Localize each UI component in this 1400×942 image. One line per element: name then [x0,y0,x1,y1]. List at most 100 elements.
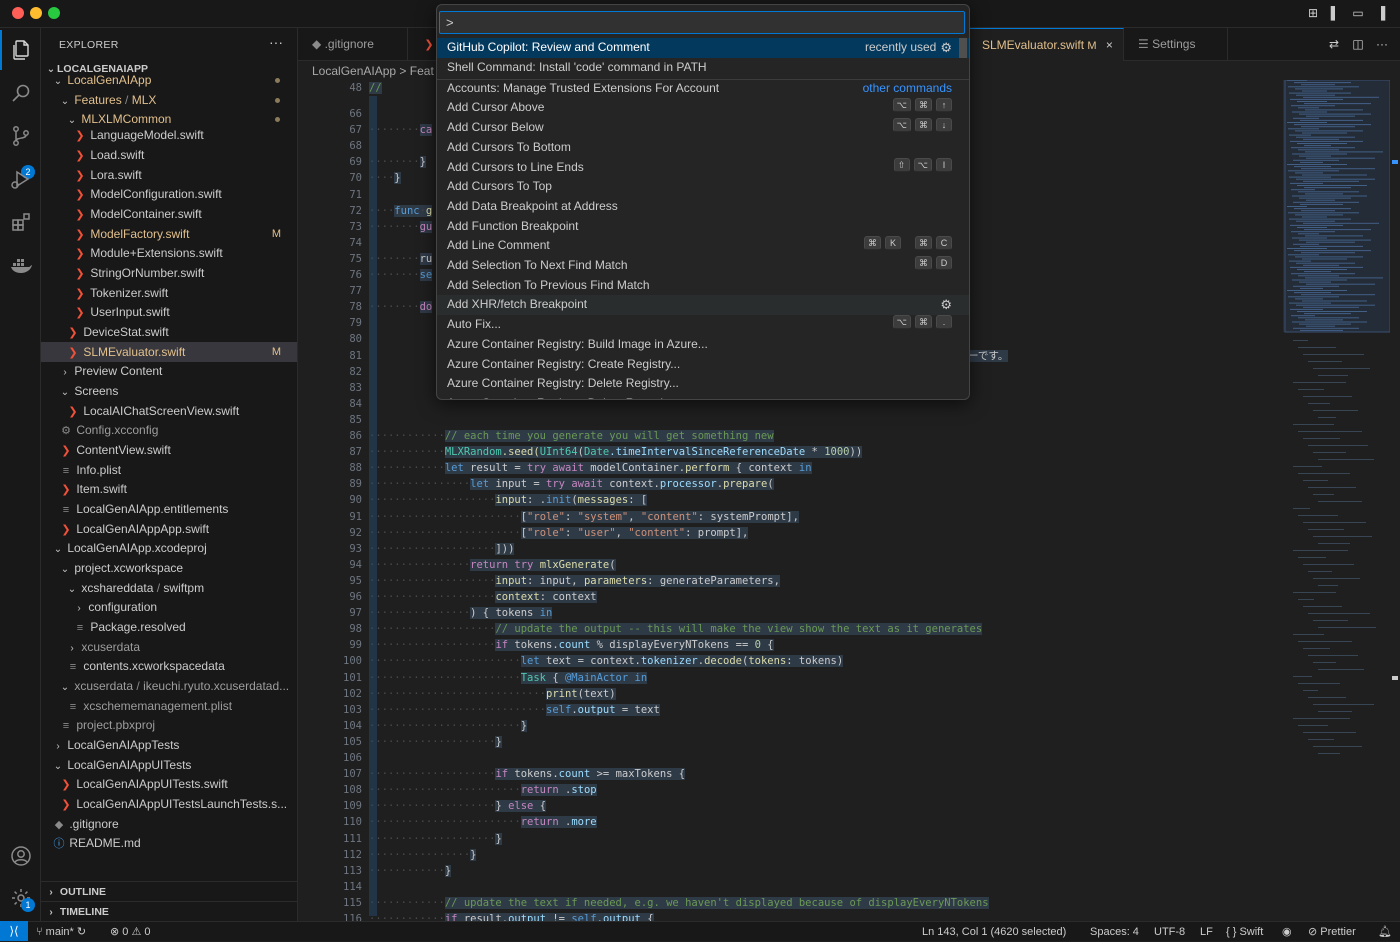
manage-gear-icon[interactable] [0,878,41,918]
docker-icon[interactable] [0,245,41,285]
code-line[interactable]: ················) { tokens in [369,605,553,621]
code-line[interactable]: ········gu [369,219,433,235]
editor-scrollbar[interactable] [1390,80,1400,920]
explorer-more-button[interactable]: ··· [269,34,283,50]
tree-item[interactable]: › configuration [41,597,297,617]
tree-item[interactable]: ⌄ LocalGenAIAppUITests [41,755,297,775]
explorer-icon[interactable] [0,30,41,70]
sync-icon[interactable]: ↻ [77,926,86,938]
tree-item[interactable]: › LocalGenAIAppTests [41,735,297,755]
prettier-status[interactable]: ⊘ Prettier [1308,922,1356,942]
tree-item[interactable]: ❯ Lora.swift [41,165,297,185]
tree-item[interactable]: ≡ project.pbxproj [41,715,297,735]
outline-section[interactable]: › OUTLINE [41,881,297,901]
tree-item[interactable]: ❯ DeviceStat.swift [41,322,297,342]
extensions-icon[interactable] [0,202,41,242]
command-palette-input[interactable] [439,11,965,34]
code-line[interactable]: ····················])) [369,541,515,557]
language-mode[interactable]: { } Swift [1226,922,1263,942]
tree-item[interactable]: ≡ contents.xcworkspacedata [41,656,297,676]
code-line[interactable]: ····························print(text) [369,686,616,702]
code-line[interactable]: ····················} [369,831,502,847]
code-line[interactable]: ················} [369,847,477,863]
tree-item[interactable]: ❯ LocalAIChatScreenView.swift [41,401,297,421]
tree-item[interactable]: ❯ LocalGenAIAppUITestsLaunchTests.s... [41,794,297,814]
branch-indicator[interactable]: ⑂ main* ↻ [36,922,86,942]
code-line[interactable]: ················return try mlxGenerate( [369,557,616,573]
remote-indicator[interactable]: ⟩⟨ [0,921,28,941]
tree-item[interactable]: ❯ StringOrNumber.swift [41,263,297,283]
tab-slmevaluator[interactable]: SLMEvaluator.swift M × [968,28,1124,61]
tree-item[interactable]: ⌄ xcshareddata / swiftpm [41,578,297,598]
code-line[interactable]: ········se [369,267,433,283]
command-item[interactable]: Add XHR/fetch Breakpoint ⚙ [437,295,969,316]
command-item[interactable]: Add Cursors to Line Ends ⇧ ⌥ I [437,157,969,178]
accounts-icon[interactable] [0,836,41,876]
code-line[interactable]: ········} [369,154,426,170]
minimize-window-button[interactable] [30,7,42,19]
code-line[interactable]: ························Task { @MainActo… [369,670,648,686]
more-actions-icon[interactable]: ··· [1374,37,1390,51]
code-line[interactable]: ························["role": "user",… [369,525,749,541]
tab-gitignore[interactable]: ◆ .gitignore [298,28,408,61]
tree-item[interactable]: ⌄ Features / MLX [41,90,297,110]
code-line[interactable]: ············MLXRandom.seed(UInt64(Date.t… [369,444,863,460]
palette-scrollbar[interactable] [959,38,967,58]
close-tab-icon[interactable]: × [1106,38,1113,52]
split-editor-icon[interactable]: ◫ [1350,37,1366,51]
command-item[interactable]: Add Selection To Next Find Match ⌘ D [437,256,969,276]
tree-item[interactable]: ◆ .gitignore [41,814,297,834]
code-line[interactable]: ························return .more [369,814,597,830]
line-ending[interactable]: LF [1200,922,1213,942]
sidebar-left-icon[interactable]: ▌ [1327,6,1343,20]
command-item[interactable]: Azure Container Registry: Delete Reposit… [437,394,969,399]
command-item[interactable]: Accounts: Manage Trusted Extensions For … [437,79,969,99]
command-item[interactable]: Add Selection To Previous Find Match [437,276,969,296]
panel-icon[interactable]: ▭ [1350,6,1366,20]
code-line[interactable]: // [369,80,382,96]
tree-item[interactable]: ❯ LanguageModel.swift [41,125,297,145]
tree-item[interactable]: ❯ Item.swift [41,479,297,499]
tree-item[interactable]: ❯ LocalGenAIAppUITests.swift [41,774,297,794]
encoding[interactable]: UTF-8 [1154,922,1185,942]
code-line[interactable]: ····················// update the output… [369,621,983,637]
code-line[interactable]: ····················if tokens.count % di… [369,637,774,653]
search-icon[interactable] [0,73,41,113]
code-line[interactable]: ········ru [369,251,433,267]
tree-item[interactable]: ⌄ Screens [41,381,297,401]
code-line[interactable]: ····func·g [369,203,433,219]
tree-item[interactable]: ❯ SLMEvaluator.swift M [41,342,297,362]
command-item[interactable]: Add Cursor Above ⌥ ⌘ ↑ [437,98,969,118]
problems-indicator[interactable]: ⊗ 0 ⚠ 0 [110,922,150,942]
code-line[interactable]: ····························self.output … [369,702,660,718]
command-item[interactable]: Azure Container Registry: Create Registr… [437,355,969,375]
source-control-icon[interactable] [0,116,41,156]
configure-keybinding-gear-icon[interactable]: ⚙ [940,295,952,315]
timeline-section[interactable]: › TIMELINE [41,901,297,921]
copilot-icon[interactable]: ◉ [1282,922,1292,942]
code-line[interactable]: ····················input: input, parame… [369,573,780,589]
close-window-button[interactable] [12,7,24,19]
code-line[interactable]: ························let text = conte… [369,653,844,669]
cursor-position[interactable]: Ln 143, Col 1 (4620 selected) [922,922,1066,942]
tree-item[interactable]: ❯ UserInput.swift [41,302,297,322]
code-line[interactable]: ························["role": "system… [369,509,799,525]
maximize-window-button[interactable] [48,7,60,19]
configure-keybinding-gear-icon[interactable]: ⚙ [940,38,952,58]
notifications-bell-icon[interactable]: 🔔︎ [1378,922,1392,942]
code-line[interactable]: ············// each time you generate yo… [369,428,774,444]
command-item[interactable]: Add Function Breakpoint [437,217,969,237]
layout-icon[interactable]: ⊞ [1305,6,1321,20]
command-item[interactable]: Add Cursors To Top [437,177,969,197]
code-line[interactable]: ························} [369,718,528,734]
breadcrumb-folder-2[interactable]: Feat [410,64,434,78]
minimap[interactable] [1283,79,1391,920]
code-line[interactable]: ············let result = try await model… [369,460,812,476]
command-item[interactable]: Azure Container Registry: Build Image in… [437,335,969,355]
tree-item[interactable]: ❯ Tokenizer.swift [41,283,297,303]
tree-item[interactable]: ≡ LocalGenAIApp.entitlements [41,499,297,519]
tree-item[interactable]: ⓘ README.md [41,833,297,853]
code-line[interactable]: ························return .stop [369,782,597,798]
tree-item[interactable]: ⌄ project.xcworkspace [41,558,297,578]
code-line[interactable]: ········do [369,299,433,315]
